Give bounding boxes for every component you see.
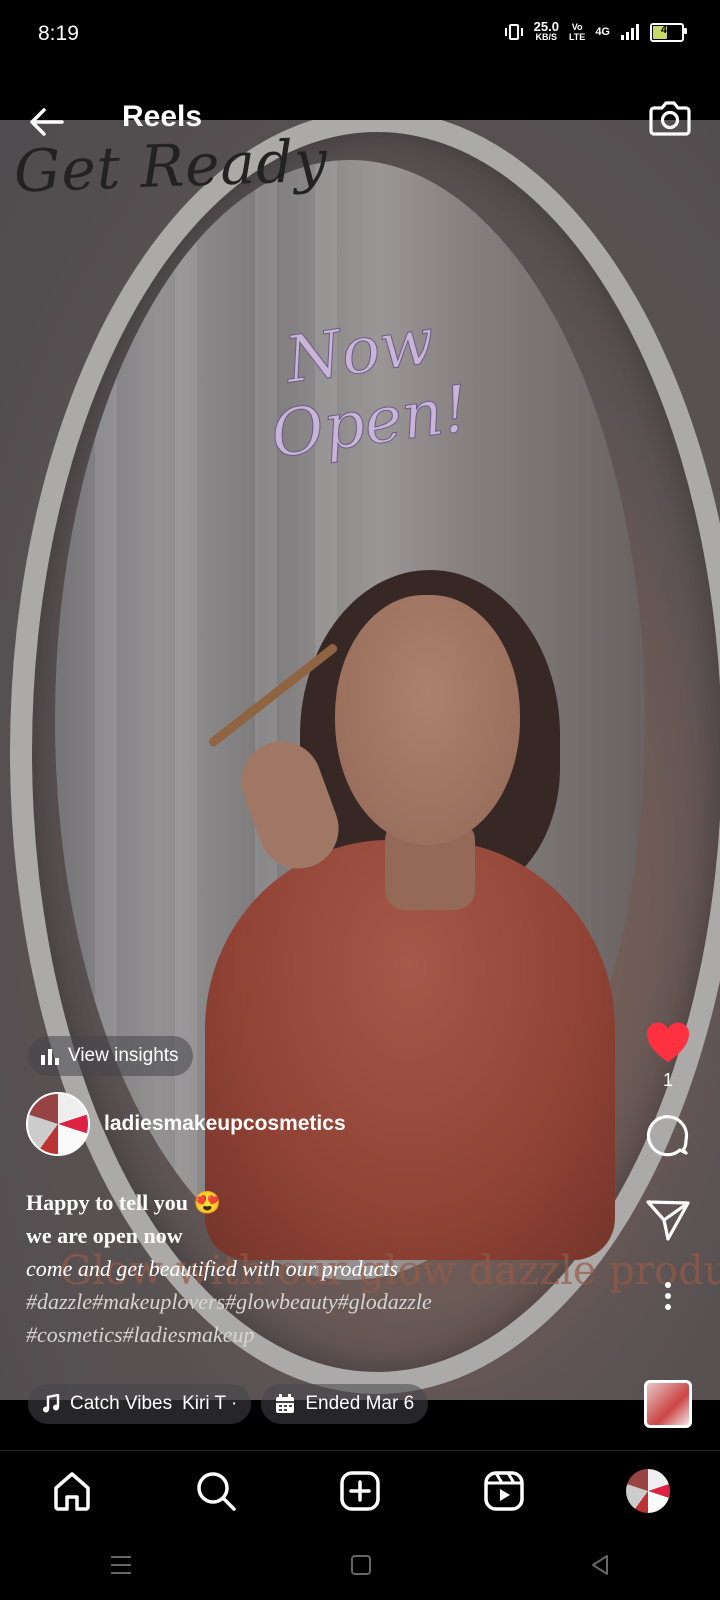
system-navigation	[0, 1530, 720, 1600]
calendar-icon	[276, 1394, 295, 1413]
camera-icon[interactable]	[648, 96, 692, 140]
page-title: Reels	[122, 100, 203, 133]
audio-thumbnail[interactable]	[644, 1380, 692, 1428]
speed-unit: KB/S	[535, 32, 558, 42]
caption-hashtags-1[interactable]: #dazzle#makeuplovers#glowbeauty#glodazzl…	[26, 1285, 626, 1318]
nav-profile[interactable]	[624, 1467, 672, 1515]
event-chip[interactable]: Ended Mar 6	[261, 1384, 429, 1424]
username[interactable]: ladiesmakeupcosmetics	[104, 1112, 346, 1136]
home-icon	[54, 1472, 90, 1511]
reel-chips: Catch Vibes Kiri T · Ended Mar 6	[28, 1384, 429, 1424]
caption-line-3: come and get beautified with our product…	[26, 1256, 398, 1281]
profile-row[interactable]: ladiesmakeupcosmetics	[26, 1092, 346, 1156]
view-insights-button[interactable]: View insights	[28, 1036, 193, 1076]
audio-chip[interactable]: Catch Vibes Kiri T ·	[28, 1384, 252, 1424]
music-note-icon	[43, 1394, 60, 1413]
nav-create[interactable]	[336, 1467, 384, 1515]
share-send-icon[interactable]	[645, 1197, 691, 1243]
audio-artist: Kiri T ·	[182, 1393, 238, 1414]
nav-home[interactable]	[48, 1467, 96, 1515]
volte-bottom: LTE	[568, 32, 586, 42]
nav-search[interactable]	[192, 1467, 240, 1515]
avatar[interactable]	[26, 1092, 90, 1156]
bar-chart-icon	[41, 1049, 59, 1065]
create-plus-icon	[340, 1471, 380, 1511]
nav-reels[interactable]	[480, 1467, 528, 1515]
network-speed: 25.0 KB/S	[533, 19, 559, 42]
reels-icon	[484, 1471, 524, 1511]
back-button-icon[interactable]	[589, 1554, 611, 1576]
reel-caption[interactable]: Happy to tell you 😍 we are open now come…	[26, 1186, 626, 1351]
audio-track: Catch Vibes	[70, 1393, 173, 1414]
speed-value: 25.0	[533, 19, 559, 34]
overlay-now-open: Now Open!	[241, 300, 489, 475]
network-type: 4G	[595, 26, 610, 38]
home-button-icon[interactable]	[350, 1554, 372, 1576]
comment-icon[interactable]	[644, 1113, 692, 1161]
status-bar: 8:19 25.0 KB/S Vo LTE 4G 48	[0, 0, 720, 72]
volte-top: Vo	[571, 22, 583, 32]
search-icon	[197, 1472, 236, 1511]
action-rail: 1	[642, 1020, 694, 1311]
view-insights-label: View insights	[68, 1045, 179, 1066]
volte-indicator: Vo LTE	[569, 22, 585, 42]
battery-level: 48	[660, 23, 674, 36]
like-count[interactable]: 1	[663, 1070, 673, 1091]
vibrate-icon	[504, 24, 523, 40]
heart-icon[interactable]	[644, 1020, 692, 1064]
status-icons: 25.0 KB/S Vo LTE 4G 48	[504, 19, 687, 42]
caption-line-2: we are open now	[26, 1223, 183, 1248]
status-time: 8:19	[38, 22, 79, 45]
recent-apps-icon[interactable]	[109, 1554, 133, 1576]
reels-header: Reels	[0, 92, 720, 148]
bottom-nav	[0, 1450, 720, 1531]
signal-icon	[621, 24, 639, 40]
caption-hashtags-2[interactable]: #cosmetics#ladiesmakeup	[26, 1318, 626, 1351]
profile-avatar-icon	[626, 1469, 670, 1513]
back-arrow-icon[interactable]	[26, 102, 66, 142]
battery-icon: 48	[650, 22, 687, 42]
event-label: Ended Mar 6	[305, 1393, 415, 1414]
caption-line-1: Happy to tell you 😍	[26, 1190, 221, 1215]
more-options-icon[interactable]	[663, 1281, 673, 1311]
